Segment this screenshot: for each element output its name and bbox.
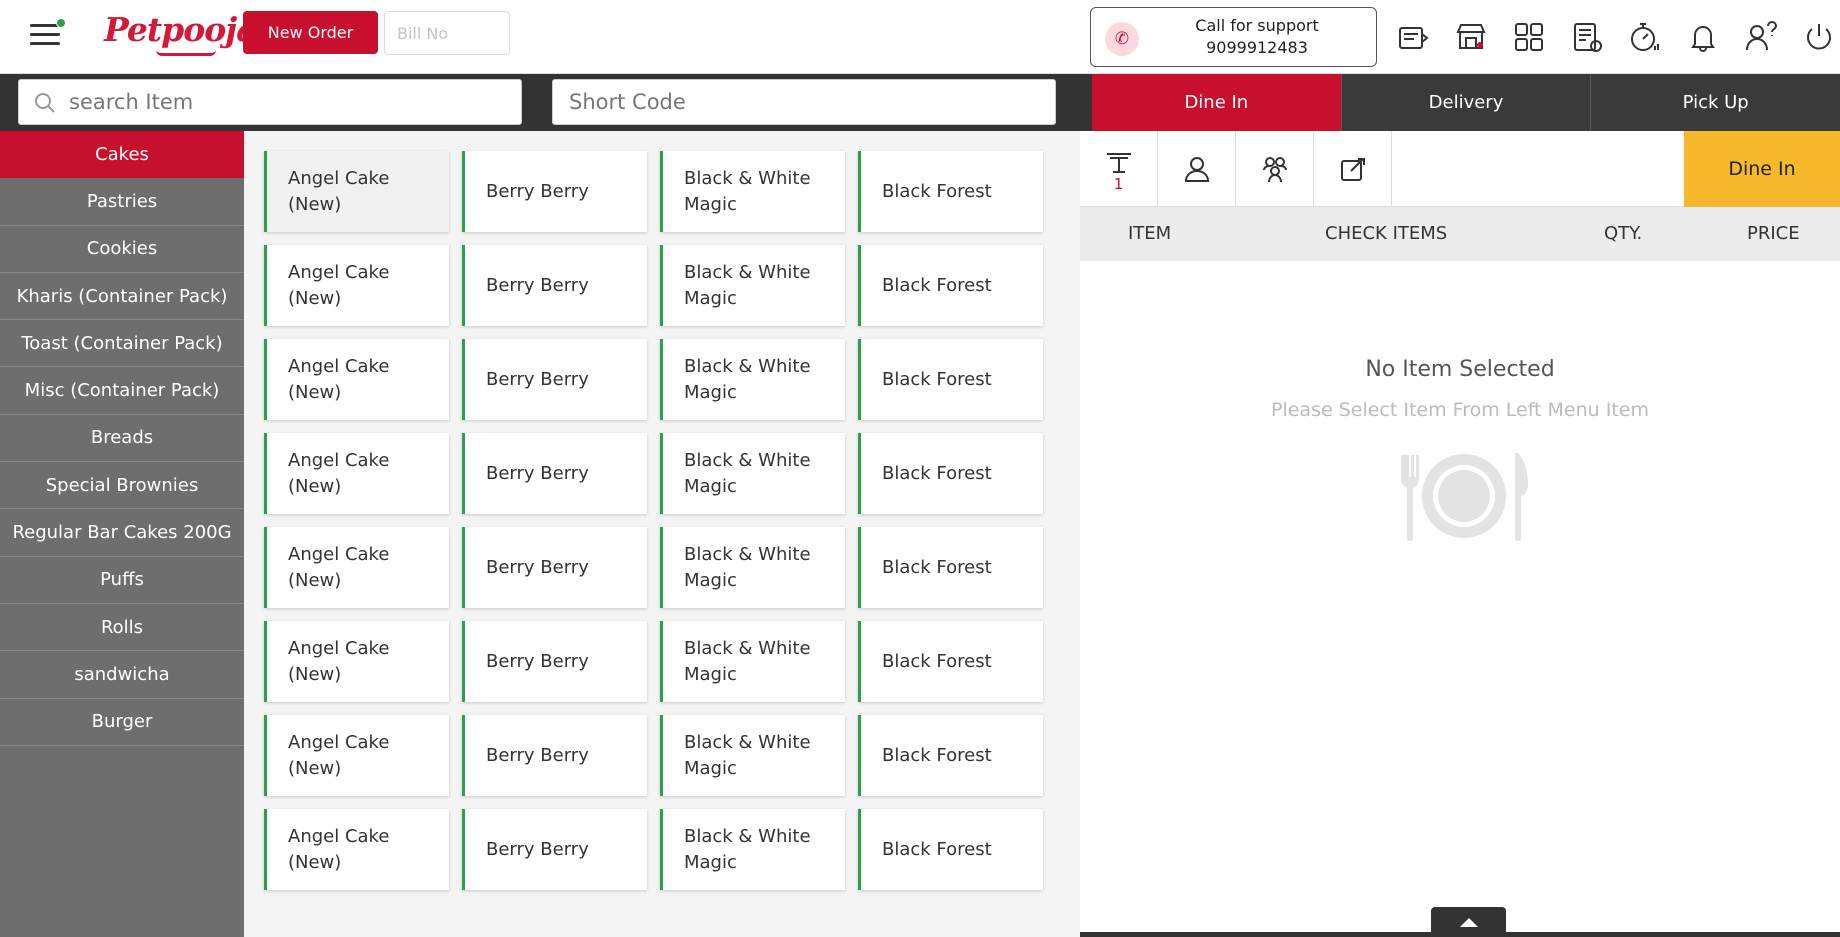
arrow-up-icon bbox=[1459, 917, 1478, 927]
item-angel-cake-new[interactable]: Angel Cake (New) bbox=[264, 527, 449, 608]
item-angel-cake-new[interactable]: Angel Cake (New) bbox=[264, 809, 449, 890]
category-cakes[interactable]: Cakes bbox=[0, 131, 244, 179]
category-rolls[interactable]: Rolls bbox=[0, 604, 244, 652]
group-icon bbox=[1262, 157, 1287, 183]
item-angel-cake-new[interactable]: Angel Cake (New) bbox=[264, 151, 449, 232]
item-berry-berry[interactable]: Berry Berry bbox=[462, 527, 647, 608]
empty-title: No Item Selected bbox=[1365, 357, 1555, 382]
top-bar: Petpooja New Order ✆ Call for support 90… bbox=[0, 0, 1840, 74]
order-type-badge: Dine In bbox=[1684, 131, 1840, 207]
item-black-forest[interactable]: Black Forest bbox=[858, 715, 1043, 796]
search-icon bbox=[35, 93, 55, 113]
search-input[interactable] bbox=[69, 87, 509, 117]
item-black-forest[interactable]: Black Forest bbox=[858, 245, 1043, 326]
category-misc-container-pack[interactable]: Misc (Container Pack) bbox=[0, 367, 244, 415]
item-black-white-magic[interactable]: Black & White Magic bbox=[660, 339, 845, 420]
item-black-forest[interactable]: Black Forest bbox=[858, 339, 1043, 420]
notification-dot bbox=[56, 18, 66, 28]
table-tool[interactable]: 1 bbox=[1080, 131, 1158, 207]
item-black-white-magic[interactable]: Black & White Magic bbox=[660, 527, 845, 608]
category-sidebar: Cakes Pastries Cookies Kharis (Container Pa… bbox=[0, 131, 244, 937]
item-berry-berry[interactable]: Berry Berry bbox=[462, 621, 647, 702]
item-grid: Angel Cake (New) Berry Berry Black & White… bbox=[264, 151, 1046, 890]
item-berry-berry[interactable]: Berry Berry bbox=[462, 339, 647, 420]
support-box[interactable]: ✆ Call for support 9099912483 bbox=[1090, 7, 1377, 67]
category-cookies[interactable]: Cookies bbox=[0, 226, 244, 273]
search-row: Dine InDeliveryPick Up bbox=[0, 74, 1840, 131]
item-black-forest[interactable]: Black Forest bbox=[858, 809, 1043, 890]
item-berry-berry[interactable]: Berry Berry bbox=[462, 151, 647, 232]
help-icon[interactable] bbox=[1732, 15, 1790, 59]
category-burger[interactable]: Burger bbox=[0, 699, 244, 746]
logo: Petpooja bbox=[104, 6, 258, 60]
category-breads[interactable]: Breads bbox=[0, 415, 244, 463]
category-toast-container-pack[interactable]: Toast (Container Pack) bbox=[0, 320, 244, 368]
category-special-brownies[interactable]: Special Brownies bbox=[0, 462, 244, 510]
item-angel-cake-new[interactable]: Angel Cake (New) bbox=[264, 715, 449, 796]
order-panel: 1 Dine In ITEM CHECK ITEMS QTY. PRICE No… bbox=[1080, 131, 1840, 937]
item-black-white-magic[interactable]: Black & White Magic bbox=[660, 151, 845, 232]
item-angel-cake-new[interactable]: Angel Cake (New) bbox=[264, 433, 449, 514]
panel-toolbar: 1 Dine In bbox=[1080, 131, 1840, 207]
column-item: ITEM bbox=[1128, 223, 1172, 244]
guests-tool[interactable] bbox=[1236, 131, 1314, 207]
support-label: Call for support bbox=[1195, 16, 1319, 35]
category-regular-bar-cakes-200g[interactable]: Regular Bar Cakes 200G bbox=[0, 509, 244, 557]
header-icons bbox=[1384, 15, 1840, 59]
item-black-forest[interactable]: Black Forest bbox=[858, 151, 1043, 232]
item-black-white-magic[interactable]: Black & White Magic bbox=[660, 809, 845, 890]
bill-no-input[interactable] bbox=[384, 11, 510, 55]
item-berry-berry[interactable]: Berry Berry bbox=[462, 433, 647, 514]
tab-delivery[interactable]: Delivery bbox=[1340, 74, 1591, 131]
tab-dine-in[interactable]: Dine In bbox=[1092, 74, 1341, 131]
column-qty: QTY. bbox=[1604, 223, 1643, 244]
empty-subtitle: Please Select Item From Left Menu Item bbox=[1271, 399, 1649, 421]
bell-icon[interactable] bbox=[1674, 15, 1732, 59]
item-black-white-magic[interactable]: Black & White Magic bbox=[660, 433, 845, 514]
plate-icon bbox=[1401, 453, 1528, 541]
store-icon[interactable] bbox=[1442, 15, 1500, 59]
category-puffs[interactable]: Puffs bbox=[0, 557, 244, 604]
table-count: 1 bbox=[1113, 175, 1124, 193]
item-berry-berry[interactable]: Berry Berry bbox=[462, 245, 647, 326]
item-black-forest[interactable]: Black Forest bbox=[858, 433, 1043, 514]
item-black-white-magic[interactable]: Black & White Magic bbox=[660, 245, 845, 326]
item-black-white-magic[interactable]: Black & White Magic bbox=[660, 621, 845, 702]
item-berry-berry[interactable]: Berry Berry bbox=[462, 715, 647, 796]
support-phone: 9099912483 bbox=[1206, 38, 1308, 57]
item-black-forest[interactable]: Black Forest bbox=[858, 527, 1043, 608]
category-sandwicha[interactable]: sandwicha bbox=[0, 651, 244, 699]
item-angel-cake-new[interactable]: Angel Cake (New) bbox=[264, 339, 449, 420]
item-angel-cake-new[interactable]: Angel Cake (New) bbox=[264, 245, 449, 326]
dashboard-icon[interactable] bbox=[1500, 15, 1558, 59]
report-icon[interactable] bbox=[1558, 15, 1616, 59]
customer-tool[interactable] bbox=[1158, 131, 1236, 207]
short-code-input[interactable] bbox=[552, 79, 1056, 125]
order-columns: ITEM CHECK ITEMS QTY. PRICE bbox=[1080, 207, 1840, 261]
column-check-items: CHECK ITEMS bbox=[1325, 223, 1448, 244]
category-pastries[interactable]: Pastries bbox=[0, 178, 244, 226]
timer-icon[interactable] bbox=[1616, 15, 1674, 59]
table-icon bbox=[1106, 153, 1131, 173]
item-berry-berry[interactable]: Berry Berry bbox=[462, 809, 647, 890]
edit-icon bbox=[1340, 158, 1365, 181]
search-box[interactable] bbox=[18, 79, 522, 125]
menu-icon[interactable] bbox=[28, 18, 66, 50]
new-order-button[interactable]: New Order bbox=[243, 11, 378, 54]
power-icon[interactable] bbox=[1790, 15, 1840, 59]
phone-icon: ✆ bbox=[1105, 22, 1139, 56]
category-kharis-container-pack[interactable]: Kharis (Container Pack) bbox=[0, 273, 244, 321]
notes-tool[interactable] bbox=[1314, 131, 1392, 207]
item-angel-cake-new[interactable]: Angel Cake (New) bbox=[264, 621, 449, 702]
column-price: PRICE bbox=[1747, 223, 1800, 244]
item-black-white-magic[interactable]: Black & White Magic bbox=[660, 715, 845, 796]
user-icon bbox=[1184, 157, 1209, 182]
order-type-tabs: Dine In Delivery Pick Up bbox=[1092, 74, 1840, 131]
tab-pick-up[interactable]: Pick Up bbox=[1590, 74, 1840, 131]
restaurant-icon[interactable] bbox=[1384, 15, 1442, 59]
item-black-forest[interactable]: Black Forest bbox=[858, 621, 1043, 702]
